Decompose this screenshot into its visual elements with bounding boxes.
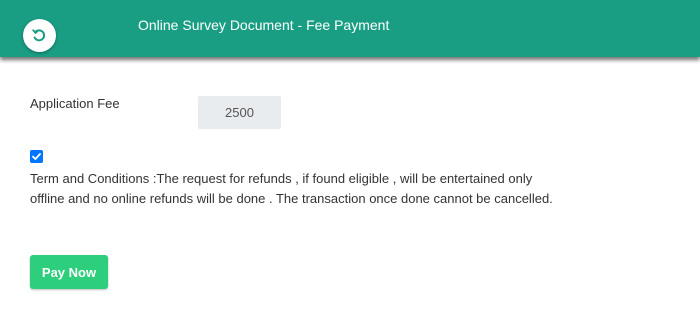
pay-now-button[interactable]: Pay Now xyxy=(30,255,108,289)
application-fee-label: Application Fee xyxy=(30,96,120,111)
checkmark-icon xyxy=(32,153,41,160)
application-fee-field[interactable] xyxy=(198,96,281,129)
terms-checkbox[interactable] xyxy=(30,150,43,163)
header-bar: Online Survey Document - Fee Payment xyxy=(0,0,700,57)
back-button[interactable] xyxy=(23,19,56,52)
page-title: Online Survey Document - Fee Payment xyxy=(138,17,390,33)
terms-and-conditions-text: Term and Conditions :The request for ref… xyxy=(30,171,553,206)
fee-payment-page: Online Survey Document - Fee Payment App… xyxy=(0,0,700,311)
